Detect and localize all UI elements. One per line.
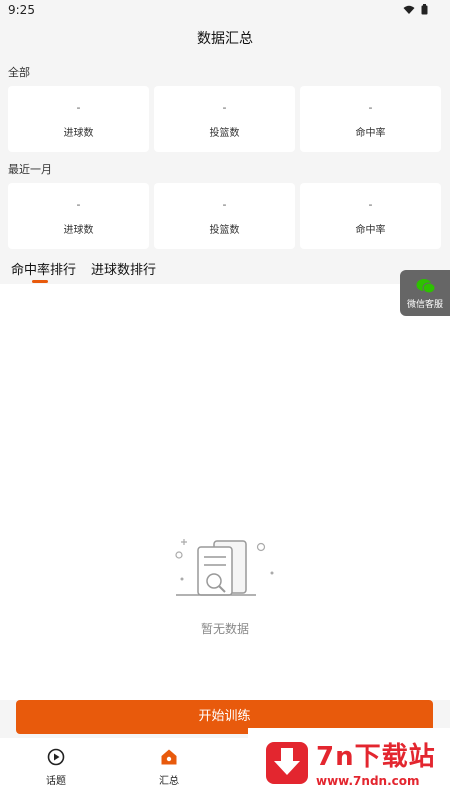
month-goals-card: - 进球数 (8, 183, 149, 249)
watermark-title: 7n下载站 (316, 742, 436, 772)
month-goals-label: 进球数 (63, 225, 94, 236)
tab-goals-ranking[interactable]: 进球数排行 (91, 259, 156, 278)
all-section-label: 全部 (8, 66, 30, 79)
nav-topics-label: 话题 (46, 776, 66, 787)
all-goals-card: - 进球数 (8, 86, 149, 152)
play-circle-icon (47, 748, 65, 766)
status-bar: 9:25 (0, 0, 450, 22)
nav-item-summary[interactable]: 汇总 (139, 748, 199, 787)
home-icon (161, 749, 177, 765)
ranking-tabs: 命中率排行 进球数排行 (0, 256, 450, 284)
nav-item-topics[interactable]: 话题 (26, 748, 86, 787)
month-shots-card: - 投篮数 (154, 183, 295, 249)
all-shots-card: - 投篮数 (154, 86, 295, 152)
site-watermark: 7n下载站 www.7ndn.com (248, 728, 450, 800)
ranking-content (0, 284, 450, 700)
status-time: 9:25 (8, 3, 35, 17)
wechat-service-button[interactable]: 微信客服 (400, 270, 450, 316)
all-accuracy-label: 命中率 (355, 128, 386, 139)
all-accuracy-card: - 命中率 (300, 86, 441, 152)
month-accuracy-card: - 命中率 (300, 183, 441, 249)
month-shots-label: 投篮数 (209, 225, 240, 236)
battery-icon (421, 4, 428, 15)
all-accuracy-value: - (368, 101, 373, 114)
tab-accuracy-ranking[interactable]: 命中率排行 (11, 259, 76, 278)
month-section-label: 最近一月 (8, 163, 52, 176)
empty-data-icon (175, 539, 274, 596)
page-title: 数据汇总 (197, 31, 253, 47)
month-shots-value: - (222, 198, 227, 211)
all-shots-label: 投篮数 (209, 128, 240, 139)
all-goals-value: - (76, 101, 81, 114)
wechat-service-label: 微信客服 (406, 300, 443, 310)
month-accuracy-value: - (368, 198, 373, 211)
month-goals-value: - (76, 198, 81, 211)
watermark-url: www.7ndn.com (316, 774, 420, 788)
nav-summary-label: 汇总 (159, 776, 179, 787)
status-icons (403, 4, 428, 15)
wechat-icon (416, 279, 436, 294)
all-shots-value: - (222, 101, 227, 114)
month-accuracy-label: 命中率 (355, 225, 386, 236)
active-tab-indicator (32, 280, 48, 283)
wifi-icon (403, 5, 415, 14)
download-icon (266, 742, 308, 784)
all-goals-label: 进球数 (63, 128, 94, 139)
empty-state-text: 暂无数据 (200, 622, 249, 636)
